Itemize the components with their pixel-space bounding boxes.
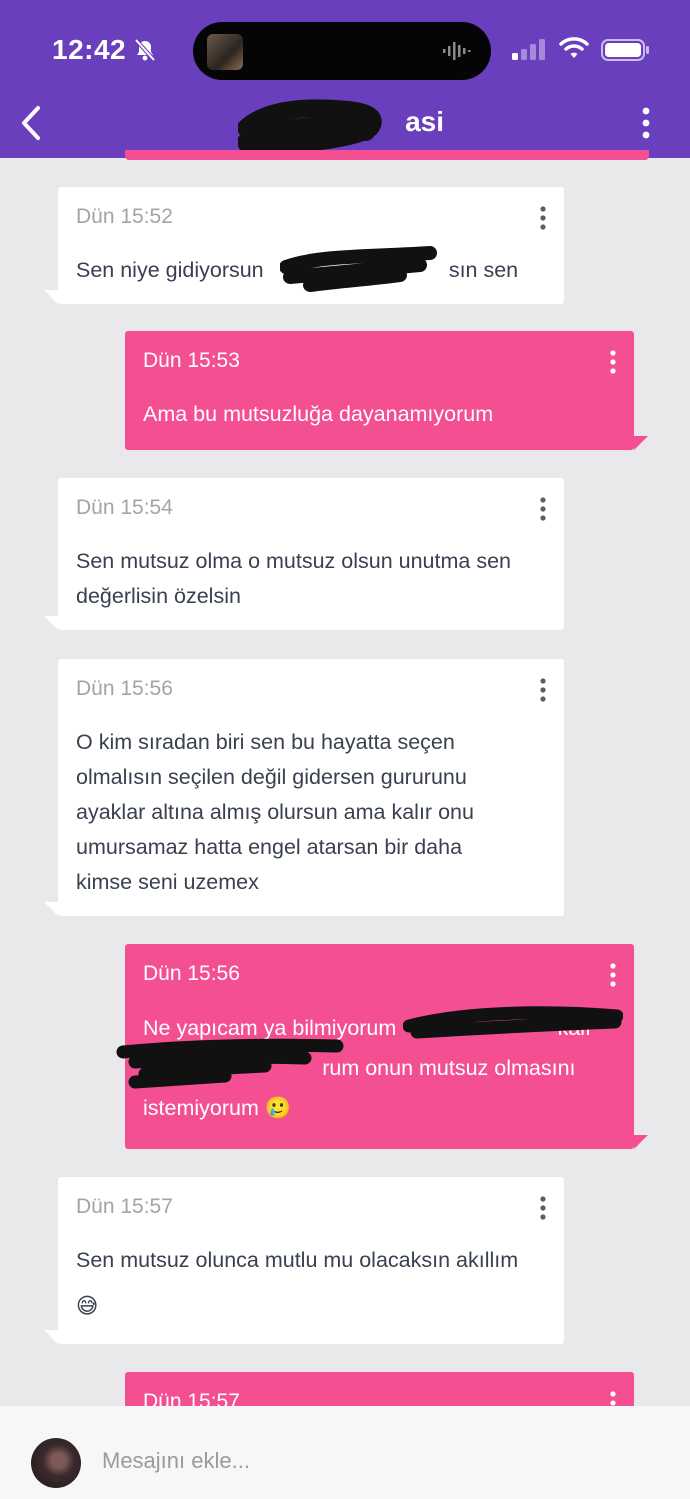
dynamic-island bbox=[193, 22, 491, 80]
bell-slash-icon bbox=[134, 38, 156, 62]
message-bubble-outgoing[interactable]: Dün 15:53 Ama bu mutsuzluğa dayanamıyoru… bbox=[125, 331, 648, 450]
message-text: Ama bu mutsuzluğa dayanamıyorum bbox=[143, 402, 494, 426]
message-text: Ne yapıcam ya bilmiyorum kalı rum onun m… bbox=[143, 1016, 592, 1120]
message-text: Sen niye gidiyorsun sın sen bbox=[76, 258, 519, 282]
message-options-icon[interactable] bbox=[536, 677, 550, 703]
wifi-icon bbox=[559, 37, 589, 58]
message-options-icon[interactable] bbox=[536, 1195, 550, 1221]
now-playing-art bbox=[207, 34, 243, 70]
message-options-icon[interactable] bbox=[536, 496, 550, 522]
cellular-signal-icon bbox=[512, 39, 545, 60]
battery-icon bbox=[601, 39, 649, 61]
message-options-icon[interactable] bbox=[536, 205, 550, 231]
back-chevron-icon[interactable] bbox=[16, 104, 46, 142]
message-input[interactable] bbox=[102, 1438, 662, 1484]
avatar bbox=[31, 1438, 81, 1488]
message-options-icon[interactable] bbox=[606, 962, 620, 988]
message-bubble-incoming[interactable]: Dün 15:52 Sen niye gidiyorsun sın sen bbox=[44, 187, 564, 304]
status-time: 12:42 bbox=[52, 34, 127, 65]
message-text: O kim sıradan biri sen bu hayatta seçen … bbox=[76, 730, 474, 894]
message-timestamp: Dün 15:54 bbox=[76, 496, 173, 519]
message-composer bbox=[0, 1406, 690, 1499]
message-timestamp: Dün 15:57 bbox=[76, 1195, 173, 1218]
message-text: Sen mutsuz olma o mutsuz olsun unutma se… bbox=[76, 549, 511, 608]
audio-wave-icon bbox=[443, 42, 471, 60]
message-timestamp: Dün 15:53 bbox=[143, 349, 240, 372]
message-timestamp: Dün 15:52 bbox=[76, 205, 173, 228]
message-timestamp: Dün 15:56 bbox=[76, 677, 173, 700]
message-bubble-incoming[interactable]: Dün 15:56 O kim sıradan biri sen bu haya… bbox=[44, 659, 564, 916]
message-text: Sen mutsuz olunca mutlu mu olacaksın akı… bbox=[76, 1248, 519, 1318]
message-bubble-incoming[interactable]: Dün 15:54 Sen mutsuz olma o mutsuz olsun… bbox=[44, 478, 564, 630]
message-options-icon[interactable] bbox=[606, 349, 620, 375]
message-bubble-incoming[interactable]: Dün 15:57 Sen mutsuz olunca mutlu mu ola… bbox=[44, 1177, 564, 1344]
more-options-icon[interactable] bbox=[634, 106, 658, 140]
top-bar: 12:42 asi bbox=[0, 0, 690, 159]
previous-message-edge bbox=[125, 150, 649, 160]
message-bubble-outgoing[interactable]: Dün 15:56 Ne yapıcam ya bilmiyorum kalı … bbox=[116, 944, 648, 1149]
message-timestamp: Dün 15:56 bbox=[143, 962, 240, 985]
